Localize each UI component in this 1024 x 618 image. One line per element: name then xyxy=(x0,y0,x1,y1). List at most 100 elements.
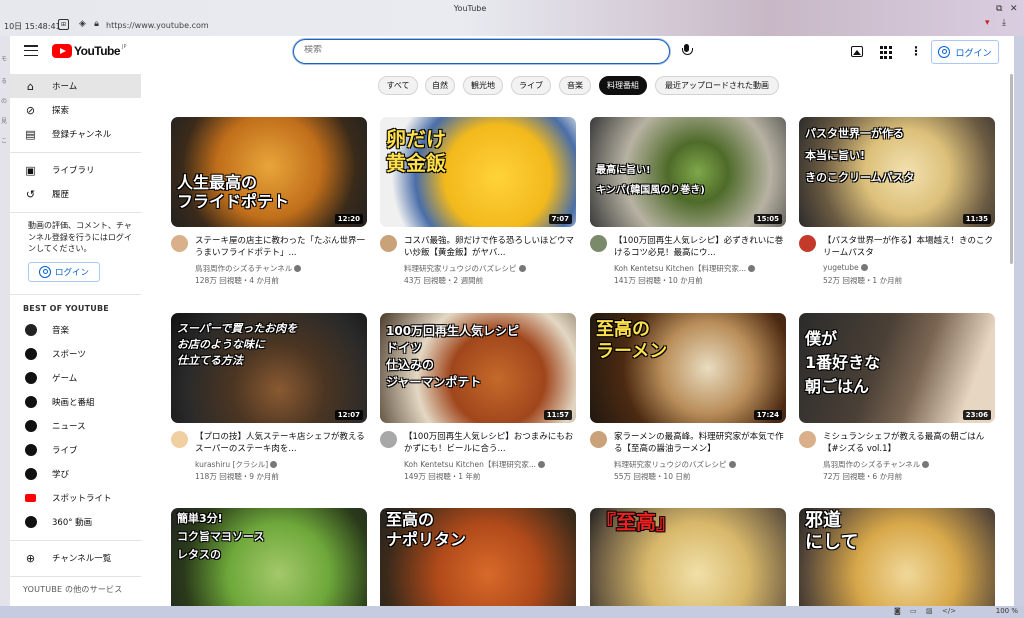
video-title[interactable]: 【100万回再生人気レシピ】必ずきれいに巻けるコツ必見！最高にウ... xyxy=(614,235,786,259)
screen-icon[interactable]: ▭ xyxy=(910,607,917,615)
video-card[interactable]: スーパーで買ったお肉を お店のような味に 仕立てる方法 12:07 【プロの技】人気ステ… xyxy=(171,313,367,483)
camera-icon[interactable]: ◙ xyxy=(894,607,901,615)
zoom-level[interactable]: 100 % xyxy=(996,607,1018,615)
sidebar-item-movies[interactable]: 映画と番組 xyxy=(10,390,141,414)
chip-sightseeing[interactable]: 観光地 xyxy=(463,76,503,95)
video-thumbnail[interactable]: 人生最高の フライドポテト 12:20 xyxy=(171,117,367,227)
video-card[interactable]: 『至高』 xyxy=(590,508,786,606)
chip-all[interactable]: すべて xyxy=(378,76,418,95)
channel-avatar[interactable] xyxy=(380,235,397,252)
video-thumbnail[interactable]: 邪道 にして xyxy=(799,508,995,606)
channel-avatar[interactable] xyxy=(799,431,816,448)
sidebar-item-music[interactable]: 音楽 xyxy=(10,318,141,342)
channel-name[interactable]: Koh Kentetsu Kitchen【料理研究家... xyxy=(614,263,756,274)
video-thumbnail[interactable]: 最高に旨い! キンパ(韓国風のり巻き) 15:05 xyxy=(590,117,786,227)
sidebar-item-sports[interactable]: スポーツ xyxy=(10,342,141,366)
sidebar-item-gaming[interactable]: ゲーム xyxy=(10,366,141,390)
sidebar-item-library[interactable]: ▣ ライブラリ xyxy=(10,158,141,182)
video-card[interactable]: パスタ世界一が作る 本当に旨い! きのこクリームパスタ 11:35 【パスタ世界一が作る… xyxy=(799,117,995,287)
video-thumbnail[interactable]: 『至高』 xyxy=(590,508,786,606)
sidebar-item-label: スポットライト xyxy=(52,494,112,504)
image-icon[interactable]: ▨ xyxy=(926,607,933,615)
lock-icon[interactable]: 🔒︎ xyxy=(91,19,102,30)
thumbnail-caption: 簡単3分! コク旨マヨソース レタスの xyxy=(177,512,265,561)
video-title[interactable]: 【パスタ世界一が作る】本場越え！きのこクリームパスタ xyxy=(823,235,995,259)
video-title[interactable]: ミシュランシェフが教える最高の朝ごはん【#シズる vol.1】 xyxy=(823,431,995,455)
video-title[interactable]: 【プロの技】人気ステーキ店シェフが教えるスーパーのステーキ肉を... xyxy=(195,431,367,455)
video-thumbnail[interactable]: 至高の ラーメン 17:24 xyxy=(590,313,786,423)
chip-music[interactable]: 音楽 xyxy=(559,76,591,95)
video-thumbnail[interactable]: 簡単3分! コク旨マヨソース レタスの xyxy=(171,508,367,606)
youtube-logo[interactable]: YouTube JP xyxy=(52,43,127,59)
sidebar-item-news[interactable]: ニュース xyxy=(10,414,141,438)
video-card[interactable]: 人生最高の フライドポテト 12:20 ステーキ屋の店主に教わった「たぶん世界一うまい… xyxy=(171,117,367,287)
more-vert-icon[interactable]: ⋮ xyxy=(910,44,922,58)
channel-avatar[interactable] xyxy=(590,431,607,448)
channel-name[interactable]: Koh Kentetsu Kitchen【料理研究家... xyxy=(404,459,546,470)
video-duration: 11:35 xyxy=(962,214,991,224)
sidebar-item-learning[interactable]: 学び xyxy=(10,462,141,486)
chip-nature[interactable]: 自然 xyxy=(425,76,455,95)
sidebar-item-live[interactable]: ライブ xyxy=(10,438,141,462)
channel-name[interactable]: 料理研究家リュウジのバズレシピ xyxy=(614,459,736,470)
channel-name[interactable]: 料理研究家リュウジのバズレシピ xyxy=(404,263,526,274)
chip-cooking[interactable]: 料理番組 xyxy=(599,76,647,95)
video-card[interactable]: 100万回再生人気レシピ ドイツ 仕込みの ジャーマンポテト 11:57 【100万回再生… xyxy=(380,313,576,483)
video-card[interactable]: 簡単3分! コク旨マヨソース レタスの xyxy=(171,508,367,606)
video-card[interactable]: 卵だけ 黄金飯 7:07 コスパ最強。卵だけで作る恐ろしいほどウマい炒飯【黄金飯】がヤ… xyxy=(380,117,576,287)
chip-recently-uploaded[interactable]: 最近アップロードされた動画 xyxy=(655,76,779,95)
channel-avatar[interactable] xyxy=(171,431,188,448)
flag-icon[interactable]: ▾ xyxy=(985,18,990,28)
channel-avatar[interactable] xyxy=(380,431,397,448)
video-card[interactable]: 邪道 にして xyxy=(799,508,995,606)
sidebar-login-button[interactable]: ログイン xyxy=(28,262,100,282)
sidebar-item-home[interactable]: ⌂ ホーム xyxy=(10,74,141,98)
channel-avatar[interactable] xyxy=(799,235,816,252)
video-card[interactable]: 僕が 1番好きな 朝ごはん 23:06 ミシュランシェフが教える最高の朝ごはん【#シズる… xyxy=(799,313,995,483)
login-button[interactable]: ログイン xyxy=(931,40,999,64)
restore-icon[interactable]: ⧉ xyxy=(996,4,1002,14)
channel-name[interactable]: yugetube xyxy=(823,263,868,272)
video-thumbnail[interactable]: スーパーで買ったお肉を お店のような味に 仕立てる方法 12:07 xyxy=(171,313,367,423)
create-image-icon[interactable] xyxy=(851,46,863,57)
microphone-icon[interactable] xyxy=(680,43,694,61)
video-title[interactable]: 【100万回再生人気レシピ】おつまみにもおかずにも！ビールに合う... xyxy=(404,431,576,455)
channel-avatar[interactable] xyxy=(171,235,188,252)
scrollbar[interactable] xyxy=(1010,74,1013,264)
video-title[interactable]: ステーキ屋の店主に教わった「たぶん世界一うまいフライドポテト」... xyxy=(195,235,367,259)
channel-name[interactable]: 鳥羽周作のシズるチャンネル xyxy=(195,263,302,274)
address-bar[interactable]: https://www.youtube.com xyxy=(106,21,209,30)
home-icon: ⌂ xyxy=(27,79,34,93)
video-card[interactable]: 至高の ラーメン 17:24 家ラーメンの最高峰。料理研究家が本気で作る【至高の醤油ラ… xyxy=(590,313,786,483)
code-icon[interactable]: </> xyxy=(942,607,956,615)
channel-name[interactable]: kurashiru [クラシル] xyxy=(195,459,278,470)
status-bar: ◙ ▭ ▨ </> 100 % xyxy=(0,606,1024,618)
search-input[interactable] xyxy=(304,45,644,55)
video-card[interactable]: 最高に旨い! キンパ(韓国風のり巻き) 15:05 【100万回再生人気レシピ】必ずき… xyxy=(590,117,786,287)
video-title[interactable]: コスパ最強。卵だけで作る恐ろしいほどウマい炒飯【黄金飯】がヤバ... xyxy=(404,235,576,259)
video-thumbnail[interactable]: 100万回再生人気レシピ ドイツ 仕込みの ジャーマンポテト 11:57 xyxy=(380,313,576,423)
video-thumbnail[interactable]: パスタ世界一が作る 本当に旨い! きのこクリームパスタ 11:35 xyxy=(799,117,995,227)
video-thumbnail[interactable]: 僕が 1番好きな 朝ごはん 23:06 xyxy=(799,313,995,423)
shield-icon[interactable]: ◈ xyxy=(77,19,88,30)
video-title[interactable]: 家ラーメンの最高峰。料理研究家が本気で作る【至高の醤油ラーメン】 xyxy=(614,431,786,455)
channel-name[interactable]: 鳥羽周作のシズるチャンネル xyxy=(823,459,930,470)
channel-avatar[interactable] xyxy=(590,235,607,252)
search-box[interactable] xyxy=(293,39,670,64)
thumbnail-caption: 人生最高の フライドポテト xyxy=(177,173,290,211)
video-thumbnail[interactable]: 至高の ナポリタン xyxy=(380,508,576,606)
video-thumbnail[interactable]: 卵だけ 黄金飯 7:07 xyxy=(380,117,576,227)
sidebar-item-browse-channels[interactable]: ⊕ チャンネル一覧 xyxy=(10,546,141,570)
download-icon[interactable]: ⤓ xyxy=(1002,18,1006,28)
sidebar-item-explore[interactable]: ⊘ 探索 xyxy=(10,98,141,122)
tabs-icon[interactable]: ⊞ xyxy=(58,19,69,30)
sidebar-item-history[interactable]: ↺ 履歴 xyxy=(10,182,141,206)
apps-grid-icon[interactable] xyxy=(880,46,892,60)
sidebar-item-spotlight[interactable]: スポットライト xyxy=(10,486,141,510)
video-card[interactable]: 至高の ナポリタン xyxy=(380,508,576,606)
close-icon[interactable]: ✕ xyxy=(1010,4,1018,14)
sidebar-item-360[interactable]: 360° 動画 xyxy=(10,510,141,534)
sidebar-item-subscriptions[interactable]: ▤ 登録チャンネル xyxy=(10,122,141,146)
menu-icon[interactable] xyxy=(24,45,38,57)
chip-live[interactable]: ライブ xyxy=(511,76,551,95)
